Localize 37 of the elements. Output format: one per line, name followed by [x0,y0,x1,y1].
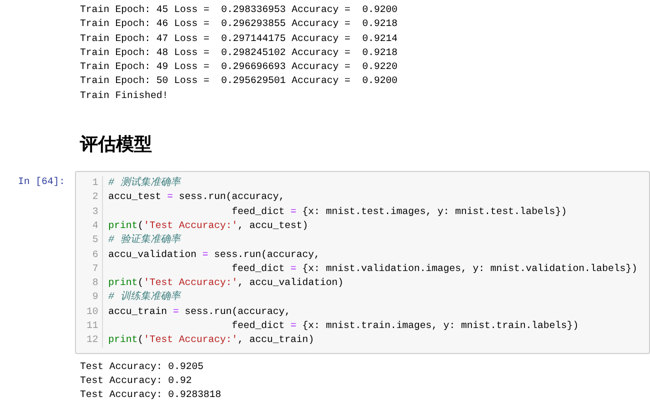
output-line: Train Epoch: 46 Loss = 0.296293855 Accuracy = 0.9218 [80,17,398,32]
code-line: print('Test Accuracy:', accu_test) [108,218,308,233]
line-number: 10 [86,304,100,319]
line-number: 12 [86,333,100,348]
line-number: 7 [91,262,100,276]
code-line: # 验证集准确率 [108,233,180,248]
line-number: 8 [91,276,100,290]
output-line: Train Epoch: 48 Loss = 0.298245102 Accuracy = 0.9218 [80,46,398,60]
line-number: 11 [86,319,100,334]
output-line: Test Accuracy: 0.9205 [80,360,204,374]
code-line: print('Test Accuracy:', accu_train) [108,333,314,348]
code-line: feed_dict = {x: mnist.validation.images, y: mnist.validation.labels}) [230,262,638,276]
line-number: 9 [91,290,100,304]
line-number: 1 [91,176,100,190]
output-line: Train Epoch: 47 Loss = 0.297144175 Accuracy = 0.9214 [80,32,398,46]
output-line: Test Accuracy: 0.9283818 [80,388,222,402]
output-line: Train Epoch: 50 Loss = 0.295629501 Accuracy = 0.9200 [80,74,398,88]
code-line: feed_dict = {x: mnist.train.images, y: mnist.train.labels}) [230,319,579,334]
line-number: 2 [91,190,100,204]
code-line: accu_train = sess.run(accuracy, [108,304,291,319]
code-line: # 测试集准确率 [108,176,180,190]
code-line: print('Test Accuracy:', accu_validation) [108,276,344,290]
code-line: # 训练集准确率 [108,290,180,305]
output-line: Train Epoch: 49 Loss = 0.296696693 Accuracy = 0.9220 [80,60,398,74]
line-number: 4 [91,218,100,233]
code-line: feed_dict = {x: mnist.test.images, y: mnist.test.labels}) [230,204,567,219]
code-line: accu_validation = sess.run(accuracy, [108,248,320,262]
section-heading: 评估模型 [80,133,152,158]
cell-prompt: In [64]: [17,175,66,190]
code-editor[interactable] [75,171,650,354]
output-line: Train Epoch: 45 Loss = 0.298336953 Accuracy = 0.9200 [80,3,398,17]
line-number: 6 [91,248,100,262]
line-number: 5 [91,233,100,248]
output-line: Train Finished! [80,88,168,103]
code-line: accu_test = sess.run(accuracy, [108,190,285,204]
line-number: 3 [91,204,100,219]
output-line: Test Accuracy: 0.92 [80,374,192,388]
